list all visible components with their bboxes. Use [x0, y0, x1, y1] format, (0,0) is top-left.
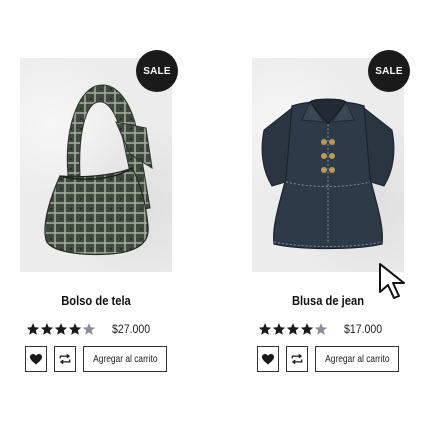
- star-icon: [286, 323, 300, 335]
- star-icon: [258, 323, 272, 335]
- heart-icon: [262, 353, 274, 364]
- star-rating: [26, 322, 96, 336]
- heart-icon: [30, 353, 42, 364]
- product-price: $27.000: [112, 322, 151, 336]
- compare-button[interactable]: [286, 346, 308, 372]
- add-to-cart-button[interactable]: Agregar al carrito: [315, 346, 399, 372]
- star-icon: [26, 323, 40, 335]
- product-price: $17.000: [344, 322, 383, 336]
- wishlist-button[interactable]: [257, 346, 279, 372]
- star-icon: [54, 323, 68, 335]
- add-to-cart-label: Agregar al carrito: [324, 353, 390, 365]
- product-actions: Agregar al carrito: [257, 346, 399, 372]
- sale-badge: SALE: [368, 50, 410, 92]
- product-title[interactable]: Bolso de tela: [31, 293, 162, 308]
- star-rating: [258, 322, 328, 336]
- star-icon: [300, 323, 314, 335]
- star-empty-icon: [314, 323, 328, 335]
- compare-icon: [59, 353, 71, 365]
- star-icon: [40, 323, 54, 335]
- compare-button[interactable]: [54, 346, 76, 372]
- add-to-cart-label: Agregar al carrito: [92, 353, 158, 365]
- star-icon: [68, 323, 82, 335]
- mouse-pointer-icon: [379, 263, 405, 299]
- sale-badge: SALE: [136, 50, 178, 92]
- wishlist-button[interactable]: [25, 346, 47, 372]
- add-to-cart-button[interactable]: Agregar al carrito: [83, 346, 167, 372]
- star-icon: [272, 323, 286, 335]
- star-empty-icon: [82, 323, 96, 335]
- compare-icon: [291, 353, 303, 365]
- product-title[interactable]: Blusa de jean: [263, 293, 394, 308]
- product-actions: Agregar al carrito: [25, 346, 167, 372]
